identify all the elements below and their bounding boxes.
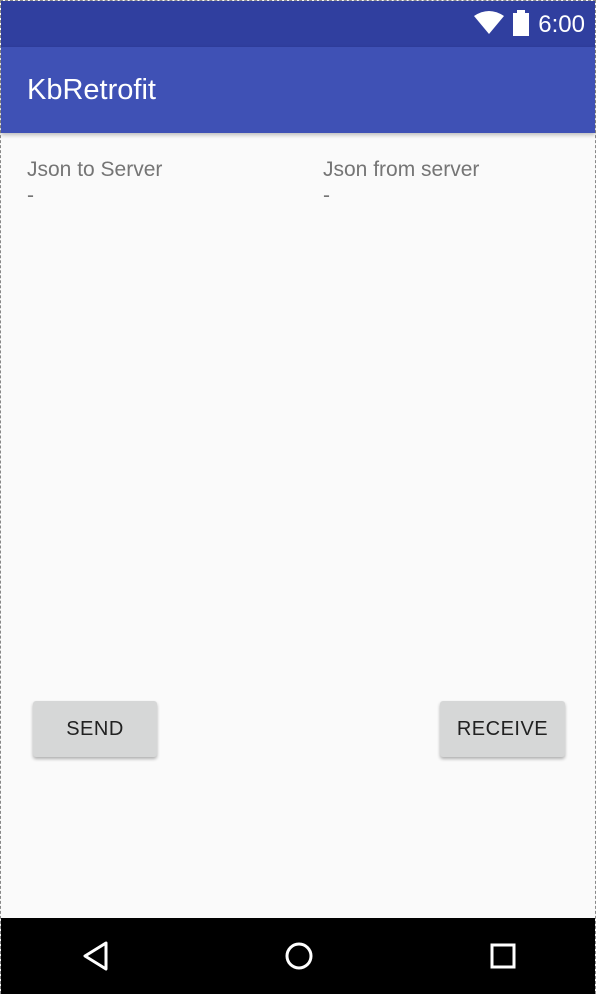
receive-button[interactable]: RECEIVE bbox=[440, 701, 565, 757]
json-to-server-section: Json to Server - bbox=[27, 157, 287, 209]
send-button[interactable]: SEND bbox=[33, 701, 157, 757]
back-icon[interactable] bbox=[81, 940, 113, 972]
status-time: 6:00 bbox=[538, 11, 585, 38]
json-to-server-label: Json to Server bbox=[27, 158, 163, 181]
app-title: KbRetrofit bbox=[27, 74, 156, 106]
app-bar: KbRetrofit bbox=[1, 47, 595, 133]
battery-icon bbox=[512, 9, 530, 41]
json-from-server-label: Json from server bbox=[323, 158, 480, 181]
home-icon[interactable] bbox=[283, 940, 315, 972]
json-from-server-section: Json from server - bbox=[323, 157, 583, 209]
recents-icon[interactable] bbox=[487, 940, 519, 972]
navigation-bar bbox=[1, 918, 595, 994]
wifi-icon bbox=[474, 10, 505, 40]
json-from-server-value: - bbox=[323, 184, 330, 207]
status-bar: 6:00 bbox=[1, 1, 595, 47]
json-to-server-value: - bbox=[27, 184, 34, 207]
phone-screen: 6:00 KbRetrofit Json to Server - Json fr… bbox=[0, 0, 596, 994]
status-icons: 6:00 bbox=[474, 9, 585, 41]
